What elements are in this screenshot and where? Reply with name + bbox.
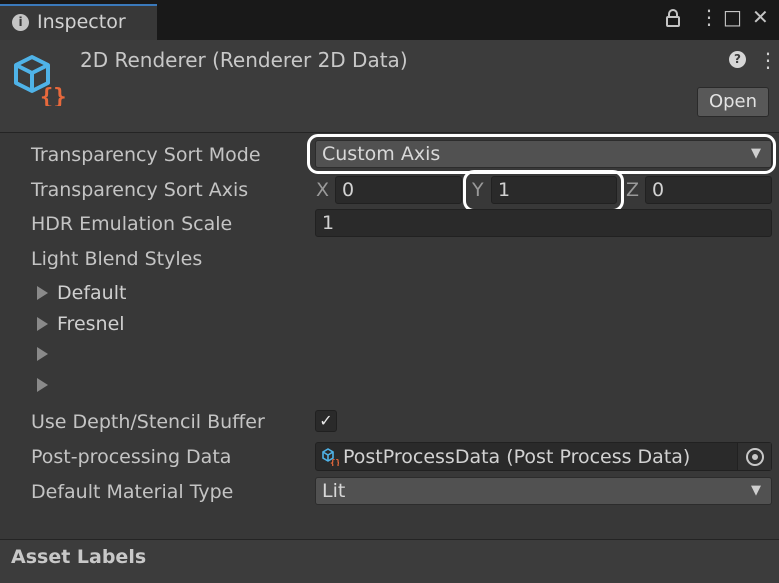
sort-mode-label: Transparency Sort Mode [31, 144, 261, 166]
depth-stencil-checkbox[interactable]: ✓ [315, 410, 337, 432]
renderer-data-icon: {} [12, 54, 67, 110]
info-icon: i [12, 14, 29, 31]
axis-x-field[interactable]: 0 [335, 176, 462, 204]
asset-title: 2D Renderer (Renderer 2D Data) [80, 48, 408, 72]
open-button[interactable]: Open [697, 87, 769, 117]
post-processing-value: PostProcessData (Post Process Data) [343, 446, 691, 468]
axis-z-field[interactable]: 0 [645, 176, 772, 204]
depth-stencil-label: Use Depth/Stencil Buffer [31, 411, 265, 433]
object-picker-dot [752, 454, 758, 460]
foldout-arrow-icon[interactable] [37, 286, 48, 300]
chevron-down-icon: ▼ [751, 483, 761, 498]
hdr-field[interactable]: 1 [315, 209, 772, 237]
sort-axis-label: Transparency Sort Axis [31, 179, 249, 201]
asset-labels-section[interactable]: Asset Labels [0, 539, 779, 583]
svg-text:{}: {} [40, 85, 66, 106]
material-type-label: Default Material Type [31, 481, 234, 503]
asset-labels-title: Asset Labels [11, 546, 147, 568]
svg-text:{}: {} [330, 459, 339, 466]
material-type-dropdown[interactable]: Lit ▼ [315, 477, 772, 505]
window-menu-icon[interactable]: ⋮ [699, 7, 719, 27]
lock-icon[interactable] [666, 9, 680, 30]
material-type-value: Lit [322, 480, 346, 502]
axis-z-label[interactable]: Z [626, 178, 639, 202]
close-icon[interactable]: ✕ [752, 7, 769, 27]
asset-header: {} 2D Renderer (Renderer 2D Data) ? ⋮ Op… [0, 40, 779, 133]
highlight-axis-y [463, 170, 624, 212]
foldout-arrow-icon[interactable] [37, 378, 48, 392]
hdr-label: HDR Emulation Scale [31, 213, 233, 235]
post-processing-object-field[interactable]: {} PostProcessData (Post Process Data) [315, 442, 772, 471]
maximize-icon[interactable]: □ [723, 7, 742, 27]
foldout-arrow-icon[interactable] [37, 347, 48, 361]
blend-style-fresnel[interactable]: Fresnel [57, 312, 125, 336]
object-picker-button[interactable] [737, 443, 771, 470]
header-menu-icon[interactable]: ⋮ [758, 50, 778, 70]
tab-inspector[interactable]: i Inspector [0, 4, 157, 40]
asset-cube-icon: {} [321, 448, 341, 469]
tab-bar: i Inspector ⋮ □ ✕ [0, 0, 779, 40]
foldout-arrow-icon[interactable] [37, 317, 48, 331]
blend-style-default[interactable]: Default [57, 281, 126, 305]
axis-x-label[interactable]: X [316, 178, 329, 202]
post-processing-label: Post-processing Data [31, 446, 232, 468]
tab-label: Inspector [37, 11, 126, 33]
light-blend-label: Light Blend Styles [31, 248, 203, 270]
help-icon[interactable]: ? [729, 51, 746, 68]
highlight-sort-mode [307, 134, 776, 174]
